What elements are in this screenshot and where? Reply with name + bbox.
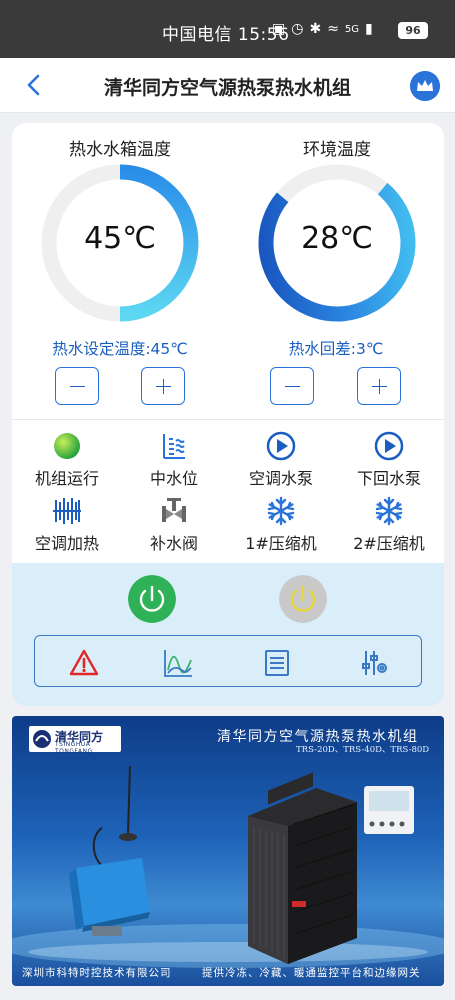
status-ac-pump: 空调水泵 [231,431,331,489]
status-return-pump: 下回水泵 [339,431,439,489]
status-ac-heating: 空调加热 [17,496,117,554]
app-header: 清华同方空气源热泵热水机组 [0,58,455,113]
signal-bars-icon: ▮ [365,21,373,37]
chart-icon[interactable] [163,648,193,678]
banner-illustration [12,765,444,968]
toolbar [34,635,422,687]
brand-logo-icon [33,730,51,748]
banner-company: 深圳市科特时控技术有限公司 [22,967,172,979]
green-ball-icon [54,433,80,459]
alarm-icon[interactable] [69,648,99,678]
alarm-clock-icon: ◷ [291,21,304,37]
brand-logo: 清华同方 TSINGHUA TONGFANG [29,726,121,755]
heating-icon [53,498,81,524]
ambient-temp-title: 环境温度 [303,140,371,160]
power-off-button[interactable] [279,575,327,623]
wifi-icon: ≈ [327,21,339,37]
settings-sliders-icon[interactable] [359,648,389,678]
banner-slogan: 提供冷冻、冷藏、暖通监控平台和边缘网关 [202,967,421,979]
bluetooth-icon: ✱ [309,21,322,37]
snowflake-icon [267,496,295,526]
hysteresis-decrease-button[interactable] [270,367,314,405]
water-level-icon [163,434,185,459]
status-water-level: 中水位 [124,431,224,489]
list-icon[interactable] [262,648,292,678]
snowflake-icon [375,496,403,526]
status-time: 中国电信 15:56 [162,25,290,45]
status-icons: ▣ ◷ ✱ ≈ 5G ▮ [272,21,373,37]
battery-icon: 96 [398,22,428,39]
tank-temp-value: 45℃ [84,221,156,256]
status-compressor-1: 1#压缩机 [231,496,331,554]
setpoint-decrease-button[interactable] [55,367,99,405]
hysteresis-label: 热水回差:3℃ [288,340,384,358]
pump-play-icon [266,431,296,461]
status-unit-running: 机组运行 [17,431,117,489]
ambient-temp-value: 28℃ [301,221,373,256]
status-bar: 中国电信 15:56 ▣ ◷ ✱ ≈ 5G ▮ 96 [0,0,455,58]
pump-play-icon [374,431,404,461]
signal-icon: 5G [344,23,360,35]
status-fill-valve: 补水阀 [124,496,224,554]
crown-icon[interactable] [410,71,440,101]
power-on-button[interactable] [128,575,176,623]
main-card: 热水水箱温度 环境温度 45℃ 28℃ 热水设定温度:45℃ 热水回差:3℃ 机… [12,123,444,706]
page-title: 清华同方空气源热泵热水机组 [103,77,351,99]
hysteresis-increase-button[interactable] [357,367,401,405]
nfc-icon: ▣ [272,21,286,37]
setpoint-label: 热水设定温度:45℃ [52,340,188,358]
tank-temp-title: 热水水箱温度 [69,140,171,160]
setpoint-increase-button[interactable] [141,367,185,405]
banner-models: TRS-20D、TRS-40D、TRS-80D [296,745,430,755]
status-compressor-2: 2#压缩机 [339,496,439,554]
divider [12,419,444,420]
valve-icon [162,498,186,522]
promo-banner[interactable]: 清华同方 TSINGHUA TONGFANG 清华同方空气源热泵热水机组 TRS… [12,716,444,986]
